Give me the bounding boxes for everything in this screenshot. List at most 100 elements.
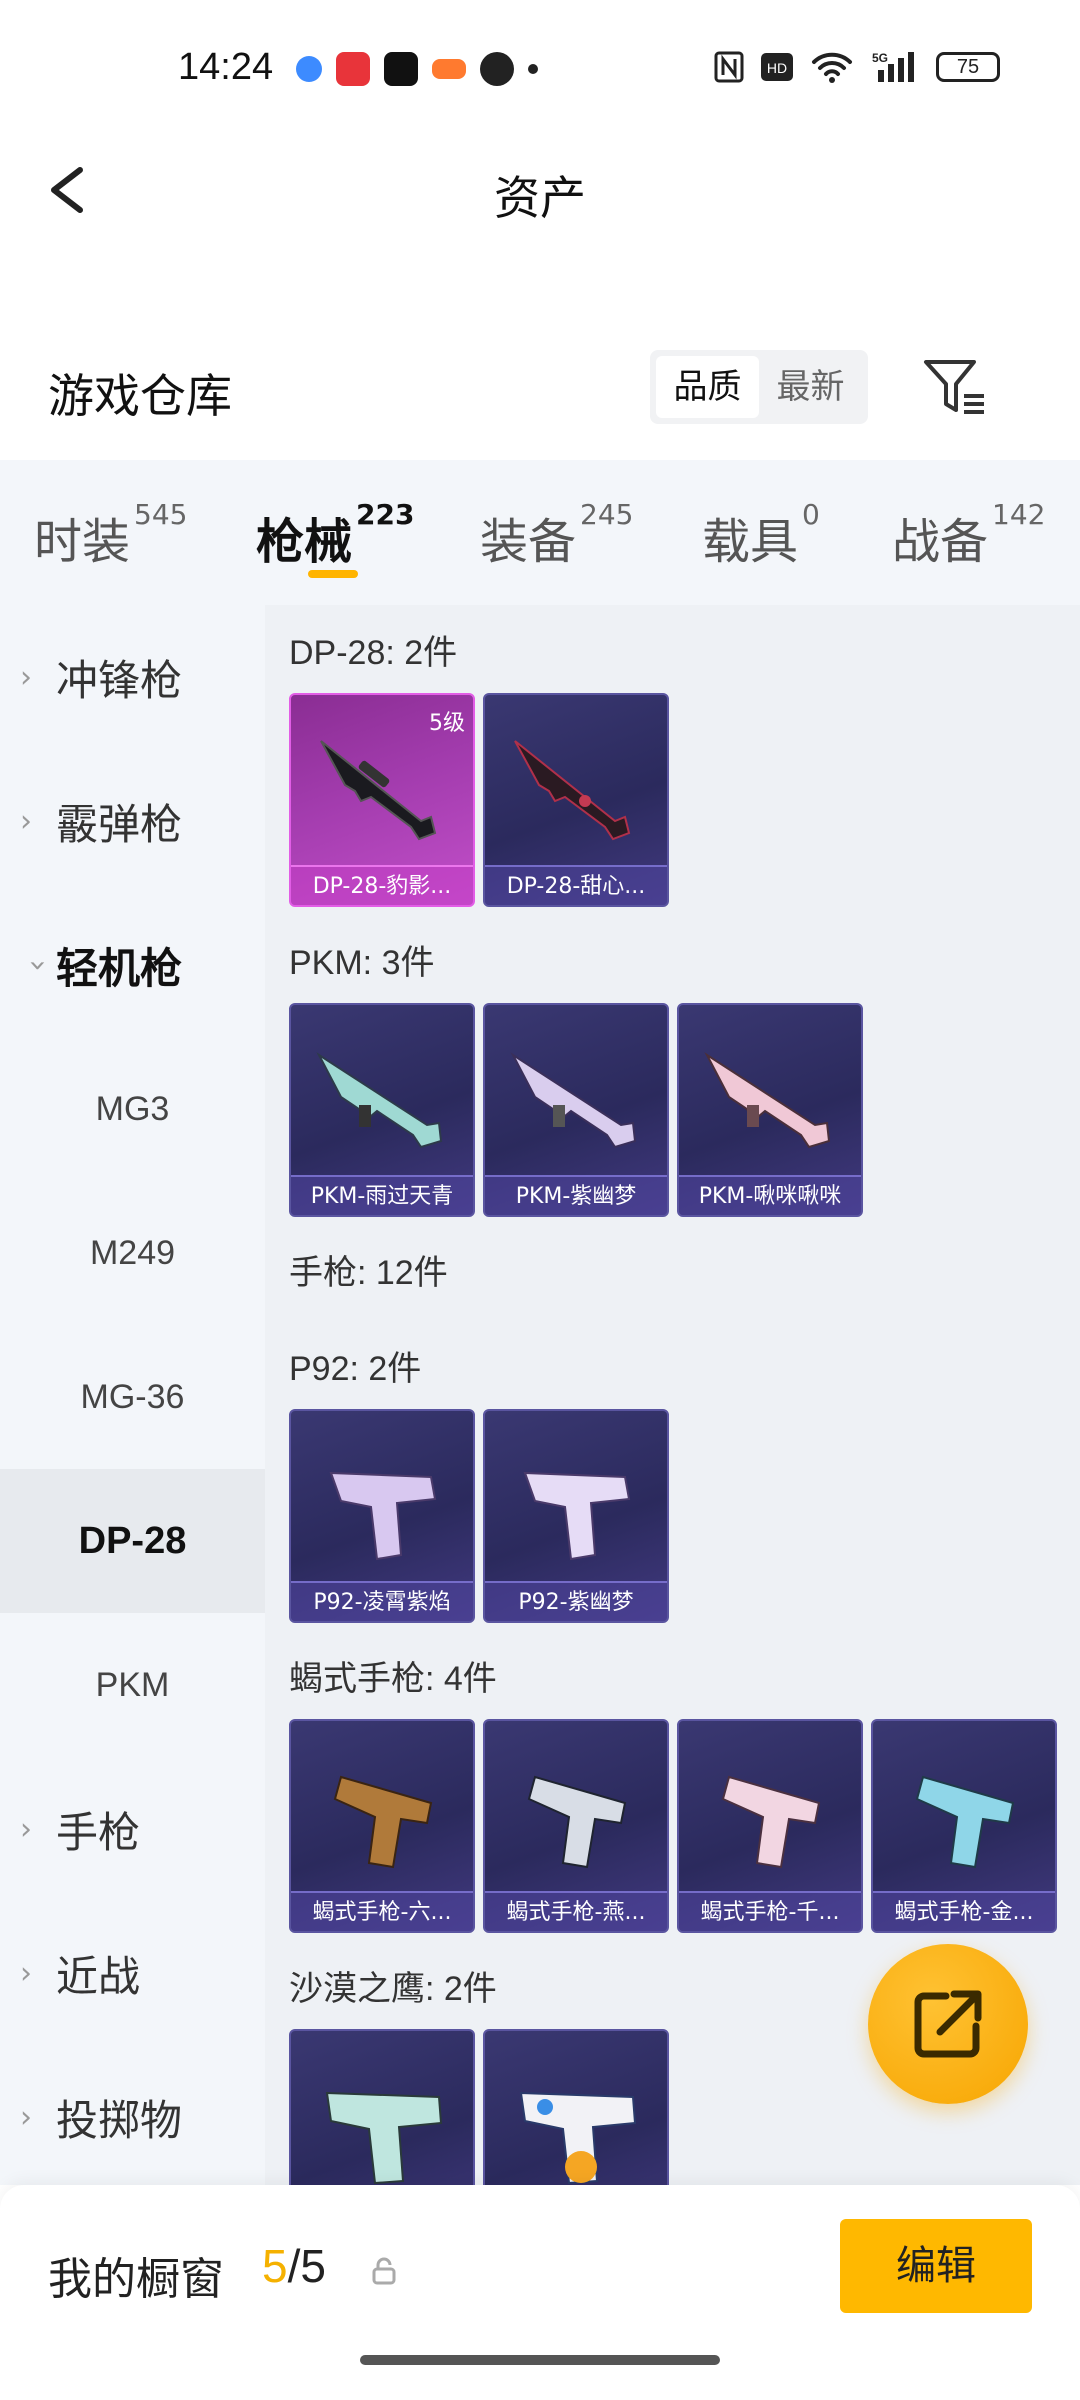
lock-icon <box>372 2257 396 2285</box>
tab-vehicles[interactable]: 载具 0 <box>702 498 820 572</box>
item-card[interactable] <box>483 2029 669 2185</box>
item-card[interactable]: 蝎式手枪-金... <box>871 1719 1057 1933</box>
gun-skin-image <box>320 740 437 841</box>
sort-toggle: 品质 最新 <box>650 350 868 424</box>
item-name: 蝎式手枪-金... <box>873 1891 1055 1931</box>
item-level-badge: 5级 <box>429 711 465 736</box>
item-card[interactable]: 蝎式手枪-千... <box>677 1719 863 1933</box>
gun-skin-image <box>325 2091 443 2185</box>
status-time: 14:24 <box>178 46 274 88</box>
group-title-pistols: 手枪: 12件 <box>289 1254 448 1292</box>
showcase-bar: 我的橱窗 5/5 编辑 <box>0 2185 1080 2400</box>
item-name: PKM-紫幽梦 <box>485 1175 667 1215</box>
item-name: DP-28-甜心... <box>485 865 667 905</box>
svg-text:5G: 5G <box>872 51 888 65</box>
item-name: 蝎式手枪-千... <box>679 1891 861 1931</box>
sort-option-latest[interactable]: 最新 <box>759 356 862 418</box>
tiktok-app-icon <box>384 52 418 86</box>
more-notifications-icon <box>528 64 538 74</box>
wechat-app-icon <box>480 52 514 86</box>
svg-text:HD: HD <box>767 60 787 76</box>
chevron-right-icon: › <box>20 659 32 695</box>
chevron-right-icon: › <box>20 803 32 839</box>
tab-firearms[interactable]: 枪械 223 <box>256 498 414 572</box>
gun-skin-image <box>333 1775 433 1869</box>
item-card[interactable]: 蝎式手枪-六... <box>289 1719 475 1933</box>
active-tab-indicator <box>308 570 358 578</box>
gun-skin-image <box>510 1052 637 1149</box>
browser-app-icon <box>296 56 322 82</box>
group-title-pkm: PKM: 3件 <box>289 944 435 982</box>
showcase-count: 5/5 <box>262 2240 326 2292</box>
item-name: 蝎式手枪-燕... <box>485 1891 667 1931</box>
status-indicators: HD 5G 75 <box>714 50 1000 84</box>
tab-fashion[interactable]: 时装 545 <box>34 498 187 572</box>
game-app-icon <box>432 59 466 79</box>
group-title-desert-eagle: 沙漠之鹰: 2件 <box>289 1970 497 2008</box>
sidebar-subitem-mg36[interactable]: MG-36 <box>0 1325 265 1469</box>
sidebar-subitem-pkm[interactable]: PKM <box>0 1613 265 1757</box>
item-card[interactable]: PKM-紫幽梦 <box>483 1003 669 1217</box>
item-name: P92-凌霄紫焰 <box>291 1581 473 1621</box>
item-name: PKM-雨过天青 <box>291 1175 473 1215</box>
category-sidebar: › 冲锋枪 › 霰弹枪 › 轻机枪 MG3 M249 MG-36 DP-28 P… <box>0 605 265 2185</box>
share-icon <box>914 1990 982 2058</box>
showcase-label: 我的橱窗 <box>48 2254 224 2305</box>
signal-5g-icon: 5G <box>872 51 914 82</box>
edit-button[interactable]: 编辑 <box>840 2219 1032 2313</box>
home-indicator[interactable] <box>360 2355 720 2365</box>
nfc-icon <box>714 51 744 83</box>
gun-skin-image <box>519 2091 637 2185</box>
item-card[interactable]: P92-紫幽梦 <box>483 1409 669 1623</box>
chevron-right-icon: › <box>20 1811 32 1847</box>
sidebar-item-pistol[interactable]: › 手枪 <box>0 1757 265 1901</box>
item-card[interactable]: 蝎式手枪-燕... <box>483 1719 669 1933</box>
item-name: PKM-啾咪啾咪 <box>679 1175 861 1215</box>
music-app-icon <box>336 52 370 86</box>
gun-skin-image <box>915 1775 1015 1869</box>
sidebar-item-melee[interactable]: › 近战 <box>0 1901 265 2045</box>
item-card[interactable]: DP-28-甜心... <box>483 693 669 907</box>
item-card[interactable]: P92-凌霄紫焰 <box>289 1409 475 1623</box>
gun-skin-image <box>704 1052 831 1149</box>
sidebar-subitem-mg3[interactable]: MG3 <box>0 1037 265 1181</box>
item-card[interactable]: 5级 DP-28-豹影... <box>289 693 475 907</box>
sidebar-item-lmg[interactable]: › 轻机枪 <box>0 893 265 1037</box>
share-button[interactable] <box>868 1944 1028 2104</box>
battery-indicator: 75 <box>936 52 1000 82</box>
chevron-right-icon: › <box>20 2099 32 2135</box>
item-name: 蝎式手枪-六... <box>291 1891 473 1931</box>
item-name: P92-紫幽梦 <box>485 1581 667 1621</box>
gun-skin-image <box>514 740 631 841</box>
warehouse-title: 游戏仓库 <box>48 369 232 423</box>
sidebar-item-shotgun[interactable]: › 霰弹枪 <box>0 749 265 893</box>
group-title-scorpion: 蝎式手枪: 4件 <box>289 1660 497 1698</box>
group-title-p92: P92: 2件 <box>289 1350 422 1388</box>
wifi-icon <box>812 52 852 83</box>
chevron-down-icon: › <box>20 959 56 971</box>
item-card[interactable]: PKM-雨过天青 <box>289 1003 475 1217</box>
chevron-right-icon: › <box>20 1955 32 1991</box>
item-card[interactable] <box>289 2029 475 2185</box>
item-name: DP-28-豹影... <box>291 865 473 905</box>
app-header: 资产 <box>0 140 1080 240</box>
sidebar-item-throwables[interactable]: › 投掷物 <box>0 2045 265 2189</box>
sidebar-subitem-dp28[interactable]: DP-28 <box>0 1469 265 1613</box>
category-tabs: 时装 545 枪械 223 装备 245 载具 0 战备 142 <box>0 460 1080 605</box>
hd-icon: HD <box>761 53 793 81</box>
tab-supplies[interactable]: 战备 142 <box>892 498 1045 572</box>
gun-skin-image <box>721 1775 821 1869</box>
item-card[interactable]: PKM-啾咪啾咪 <box>677 1003 863 1217</box>
sort-option-quality[interactable]: 品质 <box>656 356 759 418</box>
gun-skin-image <box>316 1052 443 1149</box>
filter-icon[interactable] <box>920 352 990 422</box>
group-title-dp28: DP-28: 2件 <box>289 634 458 672</box>
gun-skin-image <box>329 1471 437 1561</box>
sidebar-subitem-m249[interactable]: M249 <box>0 1181 265 1325</box>
gun-skin-image <box>527 1775 627 1869</box>
sidebar-item-smg[interactable]: › 冲锋枪 <box>0 605 265 749</box>
status-app-icons <box>296 52 538 86</box>
status-bar: 14:24 HD 5G 75 <box>0 0 1080 140</box>
tab-equipment[interactable]: 装备 245 <box>480 498 633 572</box>
page-title: 资产 <box>494 171 586 225</box>
